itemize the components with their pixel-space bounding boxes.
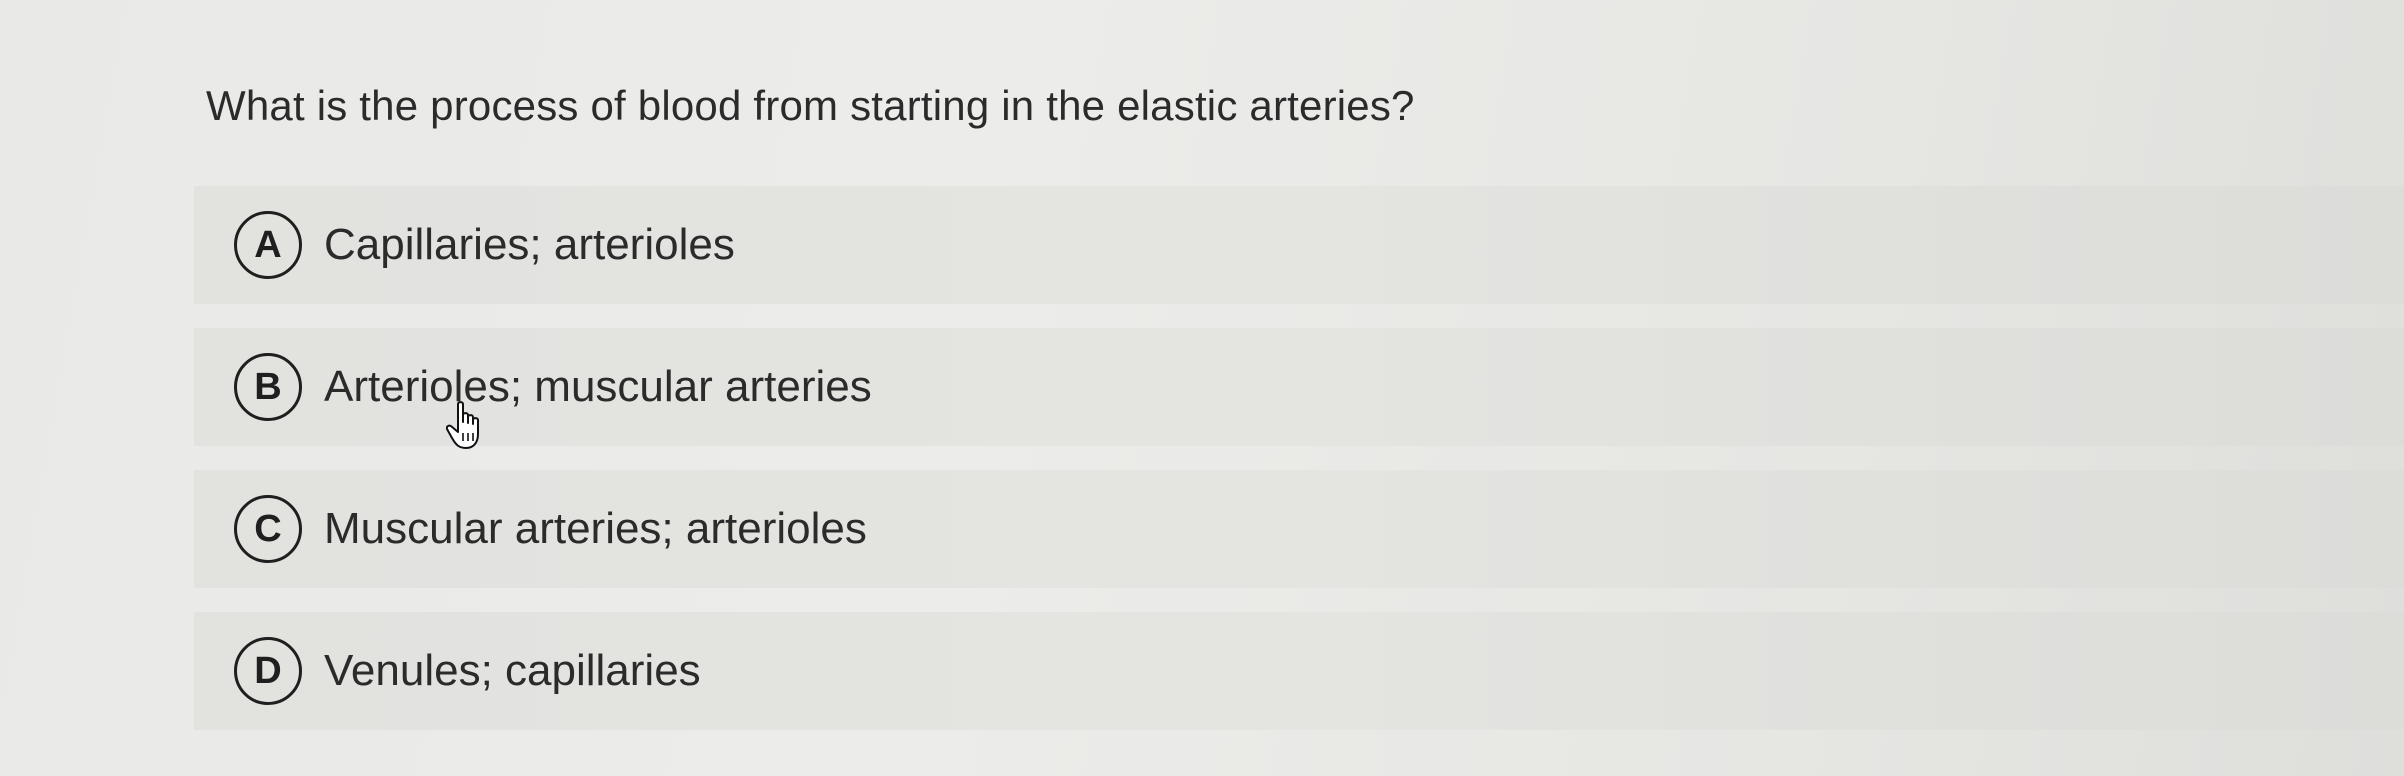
- option-d-letter-badge: D: [234, 637, 302, 705]
- option-a-letter-badge: A: [234, 211, 302, 279]
- option-b-label: Arterioles; muscular arteries: [324, 362, 872, 411]
- option-c[interactable]: C Muscular arteries; arterioles: [194, 470, 2404, 588]
- option-a[interactable]: A Capillaries; arterioles: [194, 186, 2404, 304]
- option-b[interactable]: B Arterioles; muscular arteries: [194, 328, 2404, 446]
- option-b-letter-badge: B: [234, 353, 302, 421]
- question-text: What is the process of blood from starti…: [206, 82, 1415, 129]
- hand-pointer-icon: [446, 401, 479, 449]
- option-c-label: Muscular arteries; arterioles: [324, 504, 867, 553]
- answer-options: A Capillaries; arterioles B Arterioles; …: [194, 186, 2404, 754]
- option-a-label: Capillaries; arterioles: [324, 220, 735, 269]
- option-d[interactable]: D Venules; capillaries: [194, 612, 2404, 730]
- option-d-label: Venules; capillaries: [324, 646, 701, 695]
- option-c-letter-badge: C: [234, 495, 302, 563]
